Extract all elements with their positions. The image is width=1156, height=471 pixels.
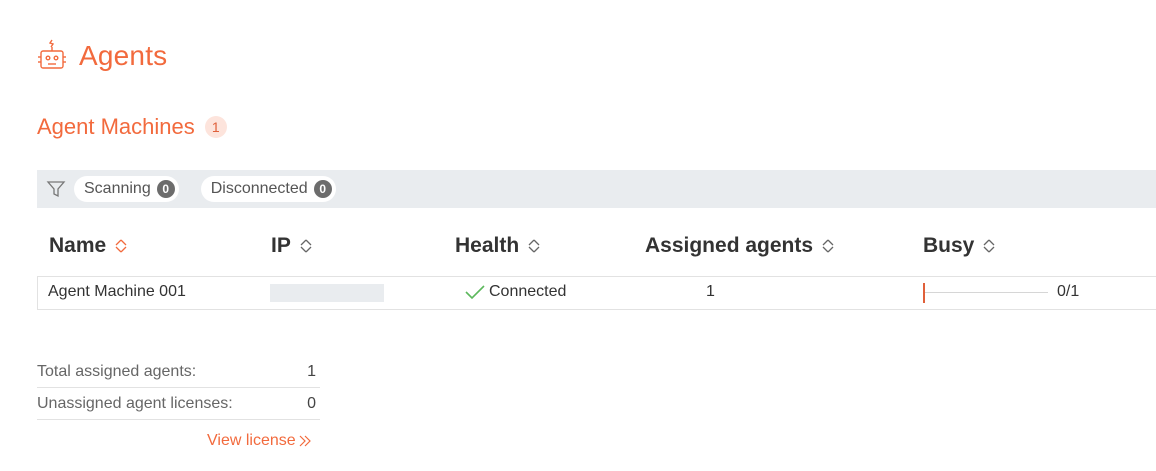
filter-bar: Scanning 0 Disconnected 0 [37, 170, 1156, 208]
view-license-label: View license [207, 432, 296, 449]
count-badge: 1 [204, 116, 227, 138]
column-header-ip[interactable]: IP [271, 234, 313, 258]
column-header-assigned-agents[interactable]: Assigned agents [645, 234, 835, 258]
summary-value: 1 [307, 363, 316, 380]
summary-label: Total assigned agents: [37, 363, 197, 380]
sort-icon[interactable] [299, 239, 313, 253]
busy-fill [923, 283, 925, 303]
sort-icon[interactable] [982, 239, 996, 253]
column-label: Health [455, 234, 520, 257]
summary-value: 0 [307, 395, 316, 412]
filter-chip-scanning[interactable]: Scanning 0 [74, 176, 179, 202]
health-label: Connected [489, 283, 567, 300]
section-header: Agent Machines 1 [37, 114, 227, 140]
page-title: Agents [79, 40, 168, 71]
summary-row-total: Total assigned agents: 1 [37, 356, 320, 388]
cell-ip [270, 284, 384, 302]
check-icon [464, 283, 486, 301]
busy-progress-bar [923, 283, 1048, 303]
cell-name[interactable]: Agent Machine 001 [48, 283, 186, 301]
sort-icon[interactable] [821, 239, 835, 253]
filter-chip-disconnected[interactable]: Disconnected 0 [200, 176, 336, 202]
sort-icon[interactable] [527, 239, 541, 253]
filter-icon[interactable] [46, 179, 66, 199]
sort-icon[interactable] [114, 239, 128, 253]
table-row[interactable]: Agent Machine 001 Connected 1 0/1 [37, 276, 1156, 310]
column-label: Name [49, 234, 107, 257]
robot-icon [37, 38, 67, 74]
busy-track [923, 292, 1048, 293]
column-header-busy[interactable]: Busy [923, 234, 996, 258]
double-chevron-right-icon [298, 434, 312, 448]
chip-count: 0 [156, 180, 175, 198]
chip-label: Scanning [84, 180, 151, 197]
summary-label: Unassigned agent licenses: [37, 395, 233, 412]
view-license-link[interactable]: View license [207, 432, 312, 450]
cell-busy: 0/1 [1057, 283, 1080, 300]
column-label: Assigned agents [645, 234, 814, 257]
column-header-name[interactable]: Name [49, 234, 128, 258]
table-header: Name IP Health Assigned agents Busy [37, 226, 1156, 276]
column-header-health[interactable]: Health [455, 234, 541, 258]
chip-count: 0 [313, 180, 332, 198]
section-title: Agent Machines [37, 114, 195, 139]
chip-label: Disconnected [210, 180, 308, 197]
column-label: Busy [923, 234, 975, 257]
page-header: Agents [37, 36, 167, 76]
cell-health: Connected [464, 283, 566, 301]
summary-row-unassigned: Unassigned agent licenses: 0 [37, 388, 320, 420]
summary-panel: Total assigned agents: 1 Unassigned agen… [37, 356, 320, 420]
cell-assigned-agents: 1 [706, 283, 715, 300]
column-label: IP [271, 234, 291, 257]
